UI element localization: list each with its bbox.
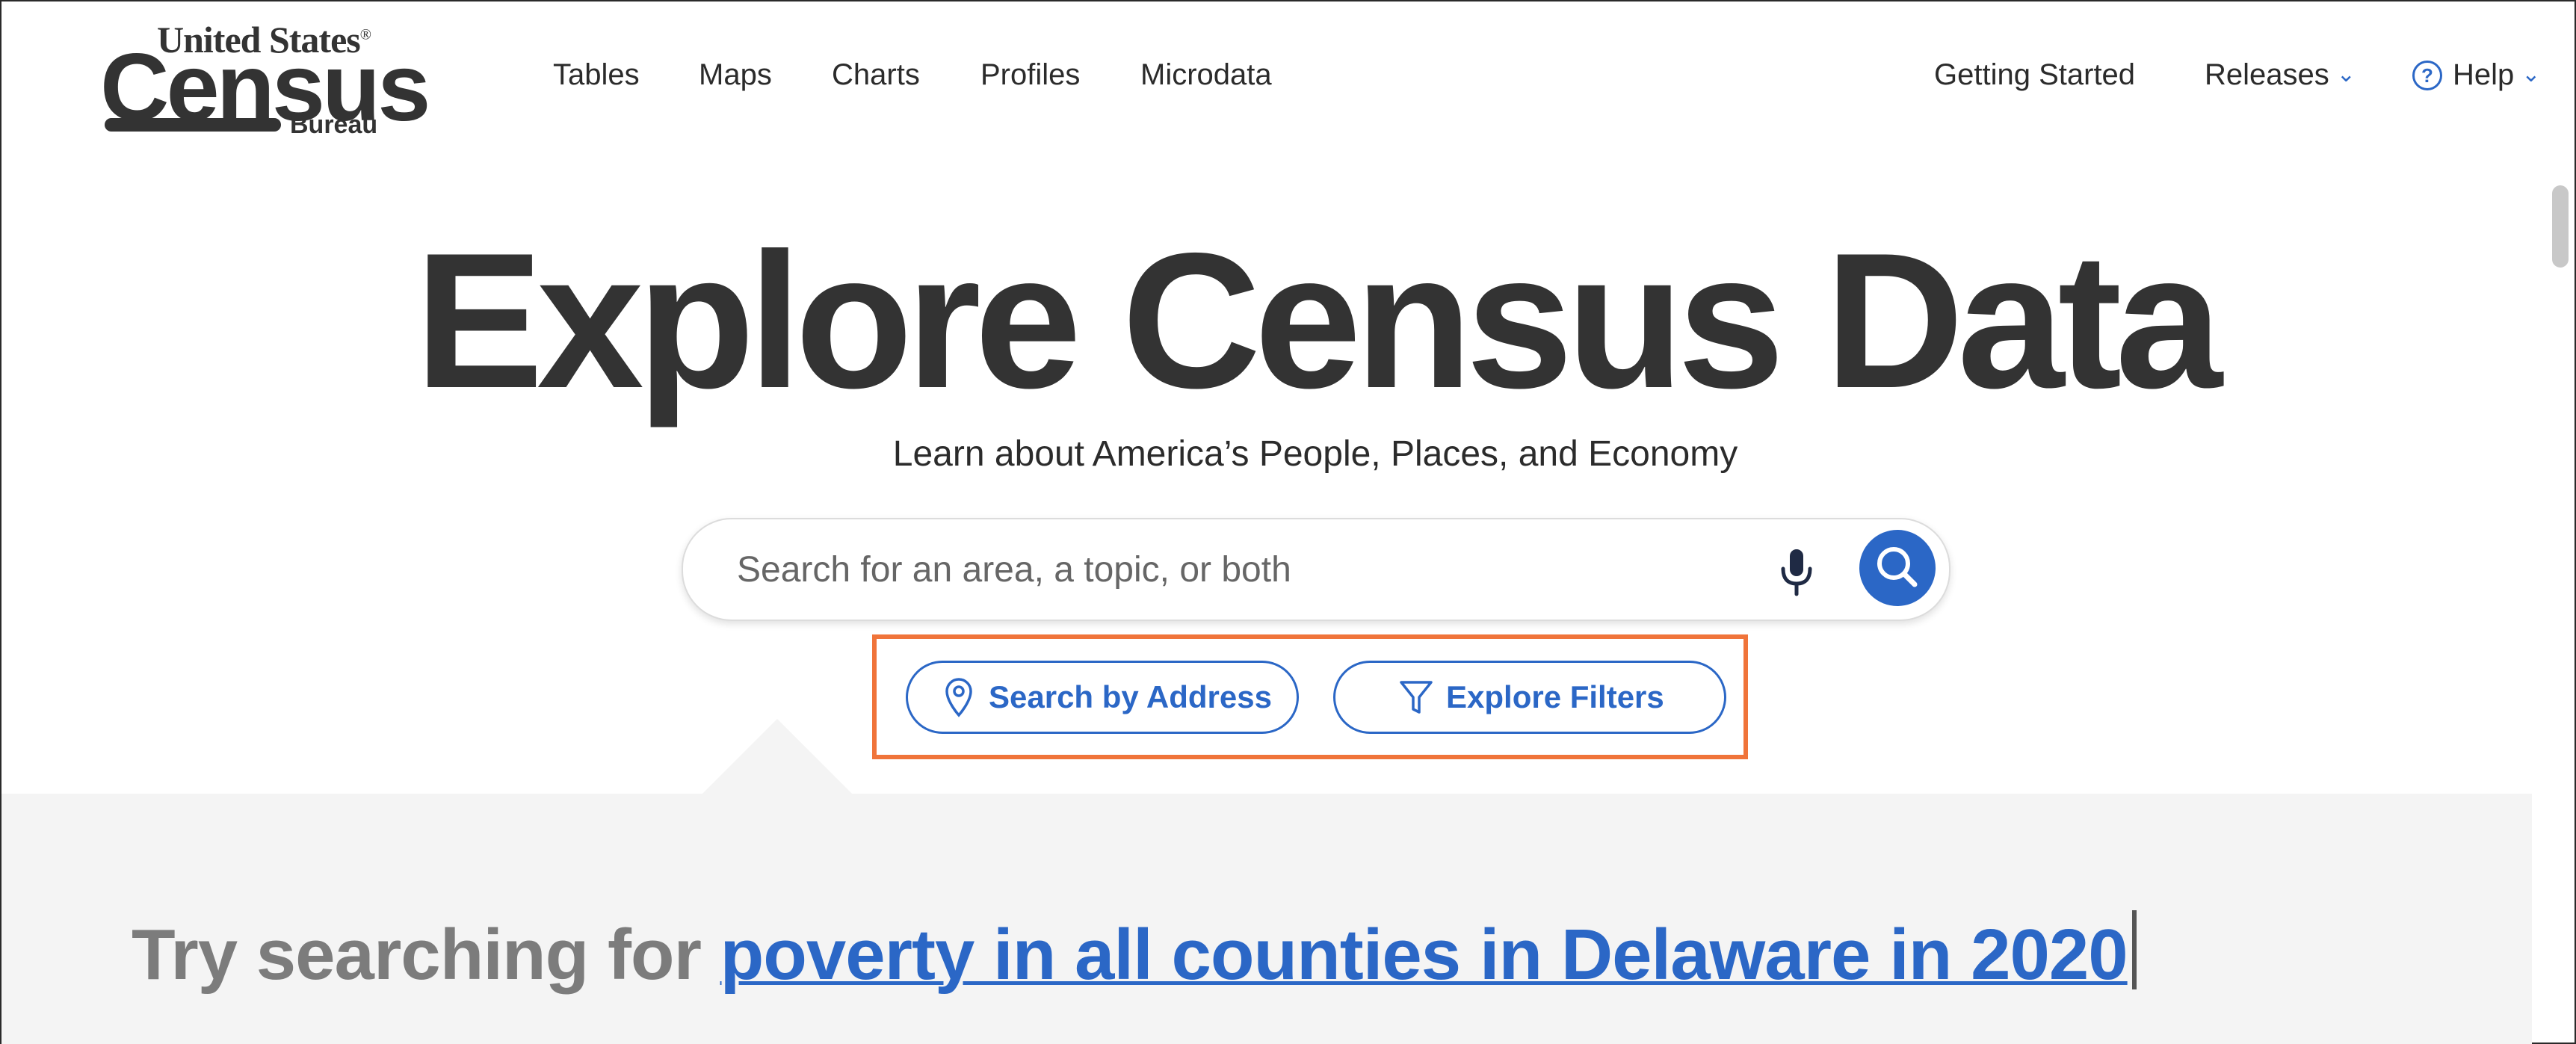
location-pin-icon [945, 678, 972, 717]
search-by-address-button[interactable]: Search by Address [906, 661, 1299, 734]
suggestion-prefix: Try searching for [132, 915, 720, 995]
search-input[interactable] [735, 546, 1710, 593]
nav-help-label: Help [2453, 58, 2515, 91]
logo-bureau: Bureau [290, 111, 378, 139]
help-icon: ? [2412, 61, 2442, 90]
filter-icon [1400, 681, 1433, 714]
nav-releases[interactable]: Releases ⌄ [2205, 58, 2356, 92]
chevron-down-icon: ⌄ [2336, 62, 2356, 87]
nav-releases-label: Releases [2205, 58, 2329, 91]
explore-filters-button[interactable]: Explore Filters [1333, 661, 1726, 734]
search-bar [682, 518, 1950, 621]
page-title: Explore Census Data [415, 212, 2223, 428]
nav-profiles[interactable]: Profiles [980, 58, 1080, 92]
search-icon [1877, 547, 1918, 587]
logo-bar [105, 118, 281, 132]
microphone-icon[interactable] [1774, 546, 1819, 599]
panel-notch [702, 719, 852, 794]
explore-filters-label: Explore Filters [1446, 679, 1664, 714]
search-button[interactable] [1859, 530, 1936, 606]
suggestion-link[interactable]: poverty in all counties in Delaware in 2… [720, 915, 2128, 995]
chevron-down-icon: ⌄ [2521, 62, 2541, 87]
census-logo[interactable]: United States® Census Bureau [97, 18, 430, 141]
search-by-address-label: Search by Address [989, 679, 1272, 714]
nav-charts[interactable]: Charts [832, 58, 920, 92]
page-subtitle: Learn about America’s People, Places, an… [892, 434, 1738, 474]
text-caret [2131, 910, 2137, 989]
nav-tables[interactable]: Tables [553, 58, 640, 92]
search-suggestion: Try searching for poverty in all countie… [132, 910, 2137, 996]
nav-help[interactable]: ? Help ⌄ [2412, 58, 2540, 93]
nav-microdata[interactable]: Microdata [1140, 58, 1272, 92]
nav-getting-started[interactable]: Getting Started [1934, 58, 2135, 92]
nav-maps[interactable]: Maps [699, 58, 772, 92]
